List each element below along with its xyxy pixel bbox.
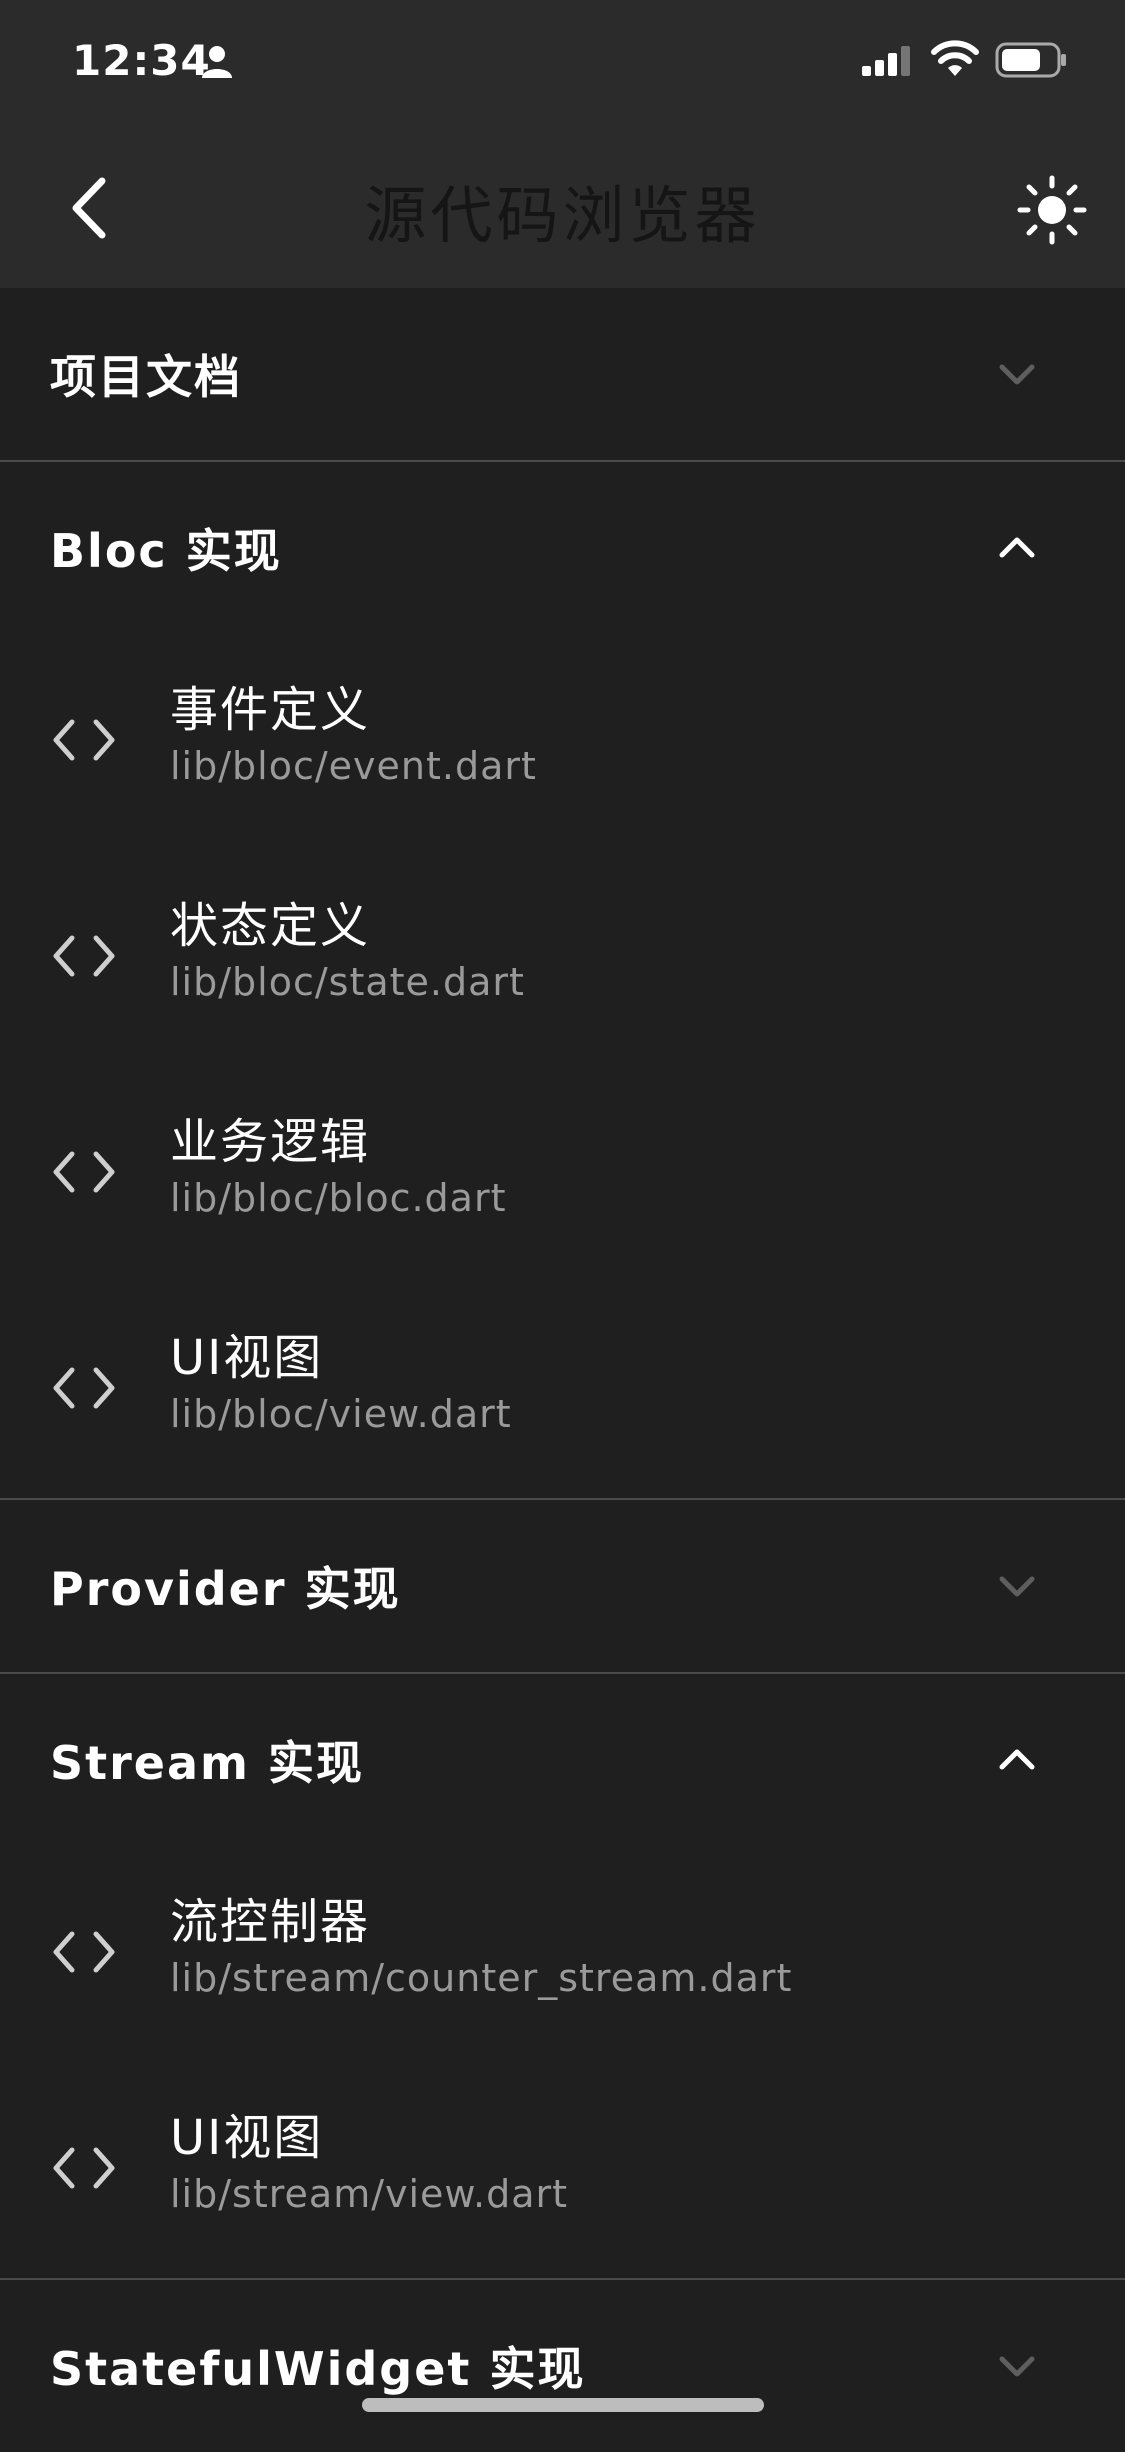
page-title: 源代码浏览器	[364, 179, 761, 252]
section-title: Stream 实现	[50, 1736, 364, 1790]
code-icon	[53, 719, 115, 761]
file-path: lib/bloc/event.dart	[170, 744, 537, 788]
home-indicator[interactable]	[362, 2398, 764, 2412]
sun-icon	[1017, 175, 1087, 245]
code-icon	[53, 935, 115, 977]
status-time: 12:34	[72, 36, 211, 85]
file-title: UI视图	[170, 2110, 324, 2166]
app-bar: 源代码浏览器	[0, 125, 1125, 288]
file-path: lib/stream/counter_stream.dart	[170, 1956, 793, 2000]
section-header-statefulwidget[interactable]: StatefulWidget 实现	[0, 2280, 1125, 2452]
section-title: Provider 实现	[50, 1562, 401, 1616]
code-icon	[53, 1931, 115, 1973]
section-header-provider[interactable]: Provider 实现	[0, 1500, 1125, 1672]
chevron-down-icon	[999, 1576, 1035, 1597]
file-item[interactable]: 流控制器 lib/stream/counter_stream.dart	[0, 1846, 1125, 2062]
section-header-stream[interactable]: Stream 实现	[0, 1674, 1125, 1846]
theme-toggle-button[interactable]	[1012, 170, 1092, 250]
chevron-down-icon	[999, 2356, 1035, 2377]
file-title: 事件定义	[170, 682, 371, 738]
status-bar: 12:34	[0, 0, 1125, 125]
file-item[interactable]: 状态定义 lib/bloc/state.dart	[0, 850, 1125, 1066]
file-item[interactable]: UI视图 lib/stream/view.dart	[0, 2062, 1125, 2278]
wifi-icon	[931, 40, 979, 76]
source-list: 项目文档 Bloc 实现 事件定义 lib/bloc/event.dart 状态…	[0, 288, 1125, 2452]
file-title: 状态定义	[170, 898, 371, 954]
section-header-bloc[interactable]: Bloc 实现	[0, 462, 1125, 634]
section-title: Bloc 实现	[50, 524, 282, 578]
code-icon	[53, 1367, 115, 1409]
section-title: StatefulWidget 实现	[50, 2342, 586, 2396]
file-path: lib/stream/view.dart	[170, 2172, 569, 2216]
code-icon	[53, 2147, 115, 2189]
battery-icon	[995, 42, 1066, 78]
file-path: lib/bloc/state.dart	[170, 960, 525, 1004]
file-title: 业务逻辑	[170, 1114, 371, 1170]
file-path: lib/bloc/bloc.dart	[170, 1176, 507, 1220]
chevron-up-icon	[999, 1749, 1035, 1770]
file-path: lib/bloc/view.dart	[170, 1392, 512, 1436]
file-item[interactable]: 业务逻辑 lib/bloc/bloc.dart	[0, 1066, 1125, 1282]
signal-icon	[862, 46, 910, 76]
file-title: 流控制器	[170, 1894, 371, 1950]
person-icon	[202, 46, 232, 78]
file-item[interactable]: 事件定义 lib/bloc/event.dart	[0, 634, 1125, 850]
code-icon	[53, 1151, 115, 1193]
chevron-up-icon	[999, 537, 1035, 558]
file-item[interactable]: UI视图 lib/bloc/view.dart	[0, 1282, 1125, 1498]
section-header-docs[interactable]: 项目文档	[0, 288, 1125, 460]
chevron-down-icon	[999, 364, 1035, 385]
file-title: UI视图	[170, 1330, 324, 1386]
section-title: 项目文档	[50, 350, 242, 404]
